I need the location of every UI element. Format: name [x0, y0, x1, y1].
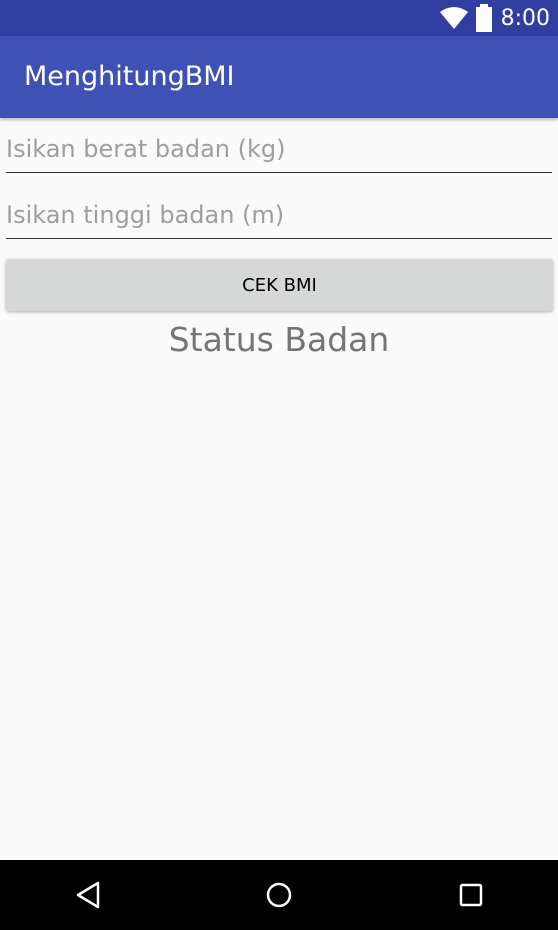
recents-button[interactable] [451, 875, 491, 915]
back-icon [76, 881, 100, 909]
weight-input[interactable] [6, 126, 552, 173]
app-bar: MenghitungBMI [0, 36, 558, 118]
status-icons: 8:00 [439, 0, 550, 36]
home-button[interactable] [259, 875, 299, 915]
wifi-icon [439, 7, 468, 29]
back-button[interactable] [68, 875, 108, 915]
cek-bmi-button[interactable]: CEK BMI [6, 259, 553, 311]
bmi-status-text: Status Badan [168, 320, 390, 359]
home-icon [266, 882, 292, 908]
height-input[interactable] [6, 192, 552, 239]
status-time: 8:00 [500, 5, 550, 31]
screen: 8:00 MenghitungBMI CEK BMI Status Badan [0, 0, 558, 930]
status-bar: 8:00 [0, 0, 558, 36]
recents-icon [459, 883, 483, 907]
navigation-bar [0, 860, 558, 930]
battery-icon [475, 4, 492, 32]
app-title: MenghitungBMI [24, 61, 235, 92]
